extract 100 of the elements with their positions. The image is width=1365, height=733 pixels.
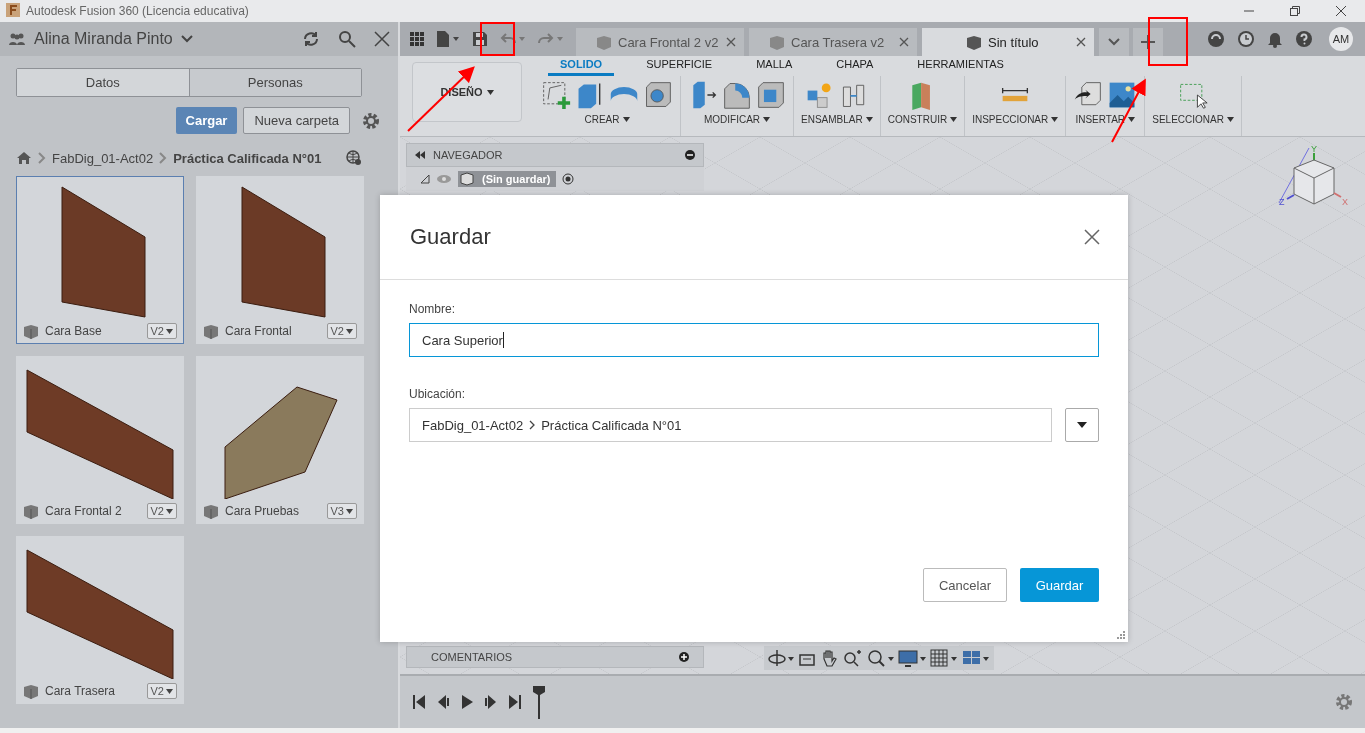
expand-arrow-icon[interactable] [420, 174, 430, 184]
zoom-window-icon[interactable] [866, 649, 894, 667]
location-field[interactable]: FabDig_01-Act02 Práctica Calificada N°01 [409, 408, 1052, 442]
resize-grip-icon[interactable] [1117, 631, 1126, 640]
caret-icon [346, 328, 353, 334]
new-tab-button[interactable] [1133, 28, 1163, 56]
dialog-title: Guardar [410, 224, 491, 250]
version-dropdown[interactable]: V2 [146, 503, 177, 519]
file-card[interactable]: Cara Trasera V2 [16, 536, 184, 704]
view-cube-drawing[interactable]: Y Z X [1269, 143, 1359, 223]
orbit-icon[interactable] [768, 649, 794, 667]
skip-start-icon[interactable] [412, 694, 426, 710]
display-icon[interactable] [898, 649, 926, 667]
timeline-marker-icon[interactable] [532, 685, 546, 719]
close-icon[interactable] [726, 37, 736, 47]
clock-icon[interactable] [1237, 30, 1255, 48]
tool-group-menu[interactable]: CONSTRUIR [887, 114, 958, 125]
window-title: Autodesk Fusion 360 (Licencia educativa) [26, 4, 249, 18]
chevron-down-icon[interactable] [180, 35, 193, 43]
version-dropdown[interactable]: V3 [326, 503, 357, 519]
version-dropdown[interactable]: V2 [146, 323, 177, 339]
file-card[interactable]: Cara Base V2 [16, 176, 184, 344]
cube-icon [596, 34, 612, 50]
ribbon-tab[interactable]: CHAPA [824, 58, 886, 76]
account-avatar[interactable]: AM [1329, 27, 1353, 51]
caret-icon [763, 117, 771, 122]
cube-icon [23, 323, 39, 339]
cube-icon [769, 34, 785, 50]
upload-button[interactable]: Cargar [175, 107, 238, 134]
breadcrumb-item[interactable]: FabDig_01-Act02 [52, 150, 154, 166]
collapse-icon[interactable] [415, 151, 425, 159]
file-card[interactable]: Cara Pruebas V3 [196, 356, 364, 524]
new-folder-button[interactable]: Nueva carpeta [243, 107, 350, 134]
breadcrumb-item[interactable]: Práctica Calificada N°01 [173, 150, 322, 166]
panel-tab[interactable]: Personas [188, 69, 361, 96]
close-icon[interactable] [374, 31, 390, 47]
caret-icon [1077, 422, 1087, 428]
file-name: Cara Frontal [225, 324, 292, 338]
step-forward-icon[interactable] [484, 694, 498, 710]
tab-list-button[interactable] [1099, 28, 1129, 56]
tool-group-menu[interactable]: SELECCIONAR [1152, 114, 1234, 125]
ribbon-tab[interactable]: SUPERFICIE [634, 58, 725, 76]
tool-group-menu[interactable]: ENSAMBLAR [801, 114, 873, 125]
file-name: Cara Frontal 2 [45, 504, 122, 518]
radio-target-icon[interactable] [562, 173, 575, 185]
fillet-tool-icon[interactable] [722, 80, 752, 110]
viewports-icon[interactable] [962, 649, 990, 667]
cube-icon [966, 34, 982, 50]
zoom-icon[interactable] [842, 649, 862, 667]
panel-tab[interactable]: Datos [17, 69, 189, 96]
location-dropdown-button[interactable] [1065, 408, 1099, 442]
grid-icon[interactable] [930, 649, 958, 667]
refresh-icon[interactable] [302, 30, 320, 48]
chevron-down-icon [1108, 38, 1120, 46]
tool-group-menu[interactable]: CREAR [584, 114, 630, 125]
highlight-box [1148, 17, 1188, 66]
close-icon[interactable] [899, 37, 909, 47]
pan-hand-icon[interactable] [820, 649, 838, 667]
plus-circle-icon[interactable] [679, 652, 689, 662]
file-menu-icon[interactable] [436, 31, 460, 47]
document-tab[interactable]: Cara Trasera v2 [749, 28, 917, 56]
file-name: Cara Base [45, 324, 102, 338]
step-back-icon[interactable] [436, 694, 450, 710]
skip-end-icon[interactable] [508, 694, 522, 710]
restore-icon[interactable] [1289, 5, 1301, 17]
version-dropdown[interactable]: V2 [326, 323, 357, 339]
tool-group-menu[interactable]: MODIFICAR [703, 114, 771, 125]
version-dropdown[interactable]: V2 [146, 683, 177, 699]
user-name[interactable]: Alina Miranda Pinto [34, 30, 173, 48]
cube-icon [203, 503, 219, 519]
close-icon[interactable] [1076, 37, 1086, 47]
hole-tool-icon[interactable] [643, 80, 673, 110]
globe-icon[interactable] [346, 150, 362, 166]
caret-icon [166, 328, 173, 334]
app-grid-icon[interactable] [410, 32, 424, 46]
settings-icon[interactable] [1335, 693, 1353, 711]
search-icon[interactable] [338, 30, 356, 48]
minus-circle-icon[interactable] [685, 150, 695, 160]
file-card[interactable]: Cara Frontal V2 [196, 176, 364, 344]
cancel-button[interactable]: Cancelar [923, 568, 1007, 602]
document-tab[interactable]: Cara Frontal 2 v2 [576, 28, 744, 56]
tool-group-menu[interactable]: INSPECCIONAR [972, 114, 1059, 125]
chevron-right-icon [528, 420, 537, 430]
shell-tool-icon[interactable] [756, 80, 786, 110]
bell-icon[interactable] [1267, 30, 1283, 48]
ribbon-tab[interactable]: HERRAMIENTAS [905, 58, 1016, 76]
job-status-icon[interactable] [1207, 30, 1225, 48]
document-tab[interactable]: Sin título [922, 28, 1094, 56]
ribbon-tab[interactable]: MALLA [744, 58, 805, 76]
caret-icon [166, 508, 173, 514]
chevron-right-icon [159, 152, 168, 164]
field-label: Ubicación: [409, 387, 467, 401]
close-icon[interactable] [1084, 229, 1100, 245]
play-icon[interactable] [460, 694, 474, 710]
settings-icon[interactable] [362, 111, 380, 130]
file-card[interactable]: Cara Frontal 2 V2 [16, 356, 184, 524]
home-icon[interactable] [16, 151, 32, 165]
close-icon[interactable] [1335, 5, 1347, 17]
name-input-field[interactable]: Cara Superior [409, 323, 1099, 357]
help-icon[interactable] [1295, 30, 1313, 48]
